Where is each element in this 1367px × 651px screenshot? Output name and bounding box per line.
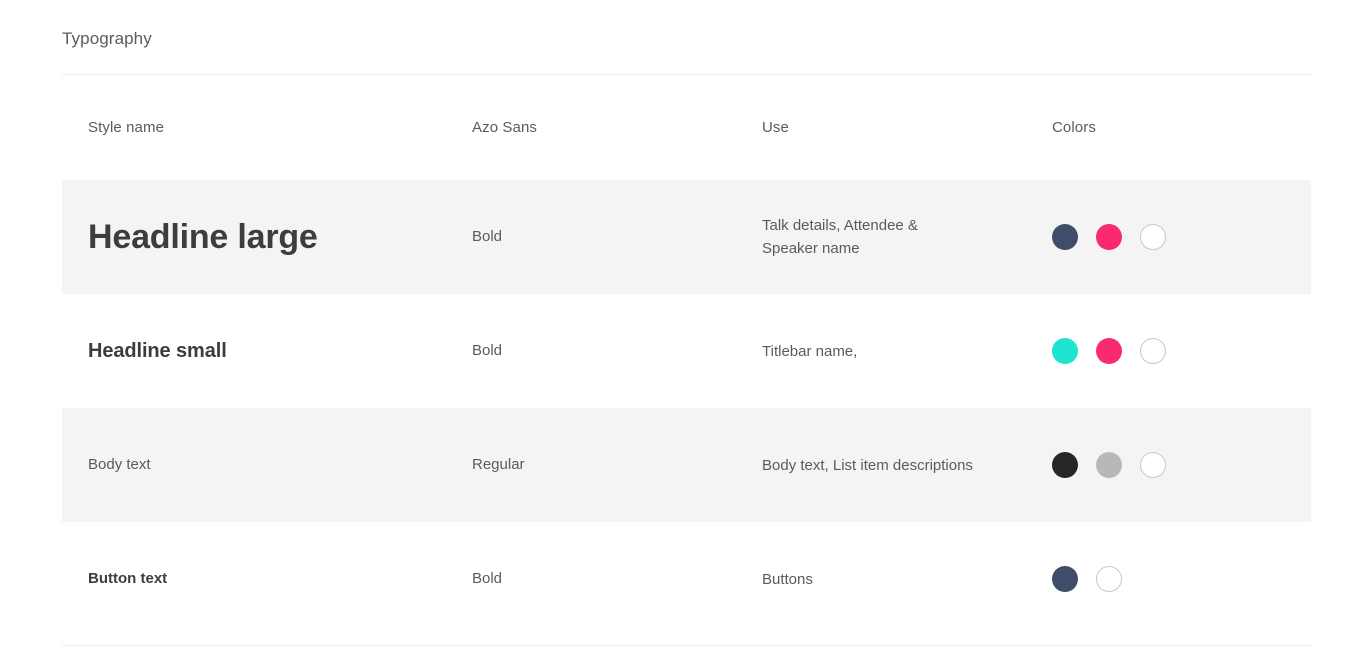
- column-header-label: Use: [762, 119, 789, 136]
- cell-colors: [1052, 338, 1311, 364]
- color-swatch-group: [1052, 338, 1311, 364]
- page-title: Typography: [62, 28, 152, 50]
- column-header-label: Style name: [88, 119, 164, 136]
- use-label: Body text, List item descriptions: [762, 454, 977, 477]
- color-swatch-dot[interactable]: [1052, 338, 1078, 364]
- color-swatch-dot[interactable]: [1140, 338, 1166, 364]
- style-name-label: Button text: [88, 570, 167, 587]
- column-header-label: Azo Sans: [472, 119, 537, 136]
- cell-style-name: Headline large: [62, 217, 472, 257]
- use-label: Buttons: [762, 568, 977, 591]
- table-row: Body text Regular Body text, List item des…: [62, 408, 1311, 522]
- table-body: Headline large Bold Talk details, Attendee…: [0, 180, 1367, 636]
- use-label: Talk details, Attendee & Speaker name: [762, 214, 977, 260]
- column-header-typeface: Azo Sans: [472, 118, 762, 138]
- color-swatch-dot[interactable]: [1096, 566, 1122, 592]
- cell-typeface-weight: Bold: [472, 340, 762, 362]
- column-header-use: Use: [762, 118, 1052, 138]
- color-swatch-dot[interactable]: [1052, 224, 1078, 250]
- weight-label: Regular: [472, 456, 525, 473]
- weight-label: Bold: [472, 228, 502, 245]
- cell-use: Talk details, Attendee & Speaker name: [762, 214, 1052, 260]
- style-name-label: Headline small: [88, 340, 227, 362]
- weight-label: Bold: [472, 342, 502, 359]
- column-header-label: Colors: [1052, 119, 1096, 136]
- cell-colors: [1052, 566, 1311, 592]
- style-name-label: Body text: [88, 456, 151, 473]
- color-swatch-group: [1052, 566, 1311, 592]
- table-row: Button text Bold Buttons: [62, 522, 1311, 636]
- cell-colors: [1052, 224, 1311, 250]
- weight-label: Bold: [472, 570, 502, 587]
- cell-typeface-weight: Bold: [472, 226, 762, 248]
- typography-table: Style name Azo Sans Use Colors Headline …: [0, 75, 1367, 636]
- cell-use: Body text, List item descriptions: [762, 454, 1052, 477]
- column-header-style-name: Style name: [62, 118, 472, 138]
- style-name-label: Headline large: [88, 218, 318, 256]
- table-header-row: Style name Azo Sans Use Colors: [62, 75, 1311, 180]
- table-row: Headline small Bold Titlebar name,: [62, 294, 1311, 408]
- cell-colors: [1052, 452, 1311, 478]
- color-swatch-dot[interactable]: [1052, 566, 1078, 592]
- color-swatch-dot[interactable]: [1096, 338, 1122, 364]
- cell-style-name: Body text: [62, 454, 472, 476]
- color-swatch-dot[interactable]: [1096, 452, 1122, 478]
- color-swatch-group: [1052, 224, 1311, 250]
- color-swatch-dot[interactable]: [1052, 452, 1078, 478]
- typography-style-guide-page: Typography Style name Azo Sans Use Color…: [0, 0, 1367, 651]
- color-swatch-dot[interactable]: [1096, 224, 1122, 250]
- cell-style-name: Headline small: [62, 338, 472, 364]
- table-row: Headline large Bold Talk details, Attendee…: [62, 180, 1311, 294]
- cell-typeface-weight: Regular: [472, 454, 762, 476]
- color-swatch-dot[interactable]: [1140, 224, 1166, 250]
- column-header-colors: Colors: [1052, 118, 1311, 138]
- bottom-divider: [62, 645, 1311, 646]
- use-label: Titlebar name,: [762, 340, 977, 363]
- cell-style-name: Button text: [62, 568, 472, 590]
- color-swatch-dot[interactable]: [1140, 452, 1166, 478]
- cell-use: Buttons: [762, 568, 1052, 591]
- cell-typeface-weight: Bold: [472, 568, 762, 590]
- color-swatch-group: [1052, 452, 1311, 478]
- cell-use: Titlebar name,: [762, 340, 1052, 363]
